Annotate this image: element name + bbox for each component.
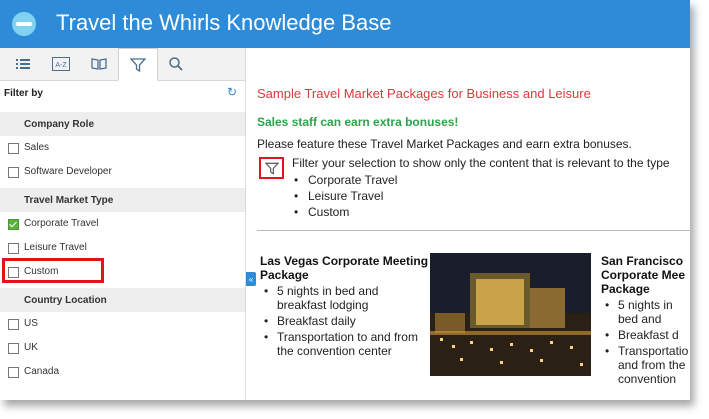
checkbox-checked[interactable] [8,219,19,230]
las-vegas-hotel-photo [430,253,591,376]
option-label: UK [24,342,38,353]
highlight-box [2,258,104,283]
option-label: Canada [24,366,60,377]
a-z-label: A-Z [55,62,67,69]
tab-glossary[interactable] [80,48,118,80]
filter-option-canada[interactable]: Canada [0,360,245,384]
option-label: Corporate Travel [24,218,99,229]
filter-icon [264,162,279,175]
list-item: Breakfast daily [260,314,430,328]
app-title: Travel the Whirls Knowledge Base [56,10,392,35]
book-icon [91,58,107,70]
search-icon [169,57,183,71]
list-item: 5 nights inbed and [601,298,690,326]
list-item: Custom [292,204,397,220]
filter-option-corporate-travel[interactable]: Corporate Travel [0,212,245,236]
intro-text: Please feature these Travel Market Packa… [257,137,632,151]
filter-header: Filter by ↻ [0,82,245,106]
group-title: Country Location [24,295,107,306]
checkbox[interactable] [8,243,19,254]
list-icon [16,59,30,69]
bullet-line: Transportatio [618,344,689,358]
filter-by-label: Filter by [4,88,43,99]
divider [257,230,690,231]
card-title: Las Vegas Corporate Meeting Package [260,254,429,282]
filter-option-sales[interactable]: Sales [0,136,245,160]
list-item: Corporate Travel [292,172,397,188]
card-title-line: Package [601,282,650,296]
sidebar-tabbar: A-Z [0,48,245,81]
checkbox[interactable] [8,343,19,354]
group-travel-market-type: Travel Market Type [0,188,245,212]
sub-heading: Sales staff can earn extra bonuses! [257,115,459,129]
group-title: Travel Market Type [24,195,114,206]
page-heading: Sample Travel Market Packages for Busine… [257,86,591,101]
whirl-logo-icon [12,12,36,36]
bullet-line: bed and [618,312,662,326]
filter-option-uk[interactable]: UK [0,336,245,360]
card-title-line: San Francisco [601,254,684,268]
checkbox[interactable] [8,167,19,178]
tab-index[interactable]: A-Z [42,48,80,80]
list-item: 5 nights in bed and breakfast lodging [260,284,430,312]
card-bullets-2: 5 nights inbed and Breakfast d Transport… [601,298,690,388]
group-title: Company Role [24,119,95,130]
filter-option-leisure-travel[interactable]: Leisure Travel [0,236,245,260]
tab-contents[interactable] [4,48,42,80]
content-pane: « Sample Travel Market Packages for Busi… [246,48,690,400]
list-item: Transportation to and from the conventio… [260,330,430,358]
option-label: Leisure Travel [24,242,87,253]
option-label: US [24,318,38,329]
sidebar: A-Z Filter by ↻ Company Role Sales Softw… [0,48,246,400]
bullet-line: and from the [618,358,686,372]
option-label: Software Developer [24,166,112,177]
checkbox[interactable] [8,367,19,378]
list-item: Leisure Travel [292,188,397,204]
tab-filter[interactable] [118,48,158,81]
card-bullets: 5 nights in bed and breakfast lodging Br… [260,284,430,360]
filter-option-us[interactable]: US [0,312,245,336]
refresh-icon[interactable]: ↻ [227,85,237,99]
list-item: Transportatioand from theconvention [601,344,690,386]
card-title-line: Corporate Mee [601,268,686,282]
checkbox[interactable] [8,143,19,154]
type-list: Corporate Travel Leisure Travel Custom [292,172,397,220]
collapse-sidebar-button[interactable]: « [246,272,256,286]
checkbox[interactable] [8,319,19,330]
app-window: Travel the Whirls Knowledge Base A-Z Fil… [0,0,690,400]
a-z-index-icon: A-Z [52,57,70,71]
bullet-line: convention [618,372,677,386]
tab-search[interactable] [157,48,195,80]
group-company-role: Company Role [0,112,245,136]
filter-option-software-developer[interactable]: Software Developer [0,160,245,184]
filter-icon [130,57,146,72]
filter-icon-highlight [259,157,284,179]
hotel-night-illustration [430,253,591,376]
card-title-2: San Francisco Corporate Mee Package [601,254,690,296]
option-label: Sales [24,142,50,153]
app-header: Travel the Whirls Knowledge Base [0,0,690,48]
bullet-line: 5 nights in [618,298,673,312]
group-country-location: Country Location [0,288,245,312]
list-item: Breakfast d [601,328,690,342]
filter-instruction: Filter your selection to show only the c… [292,156,670,170]
